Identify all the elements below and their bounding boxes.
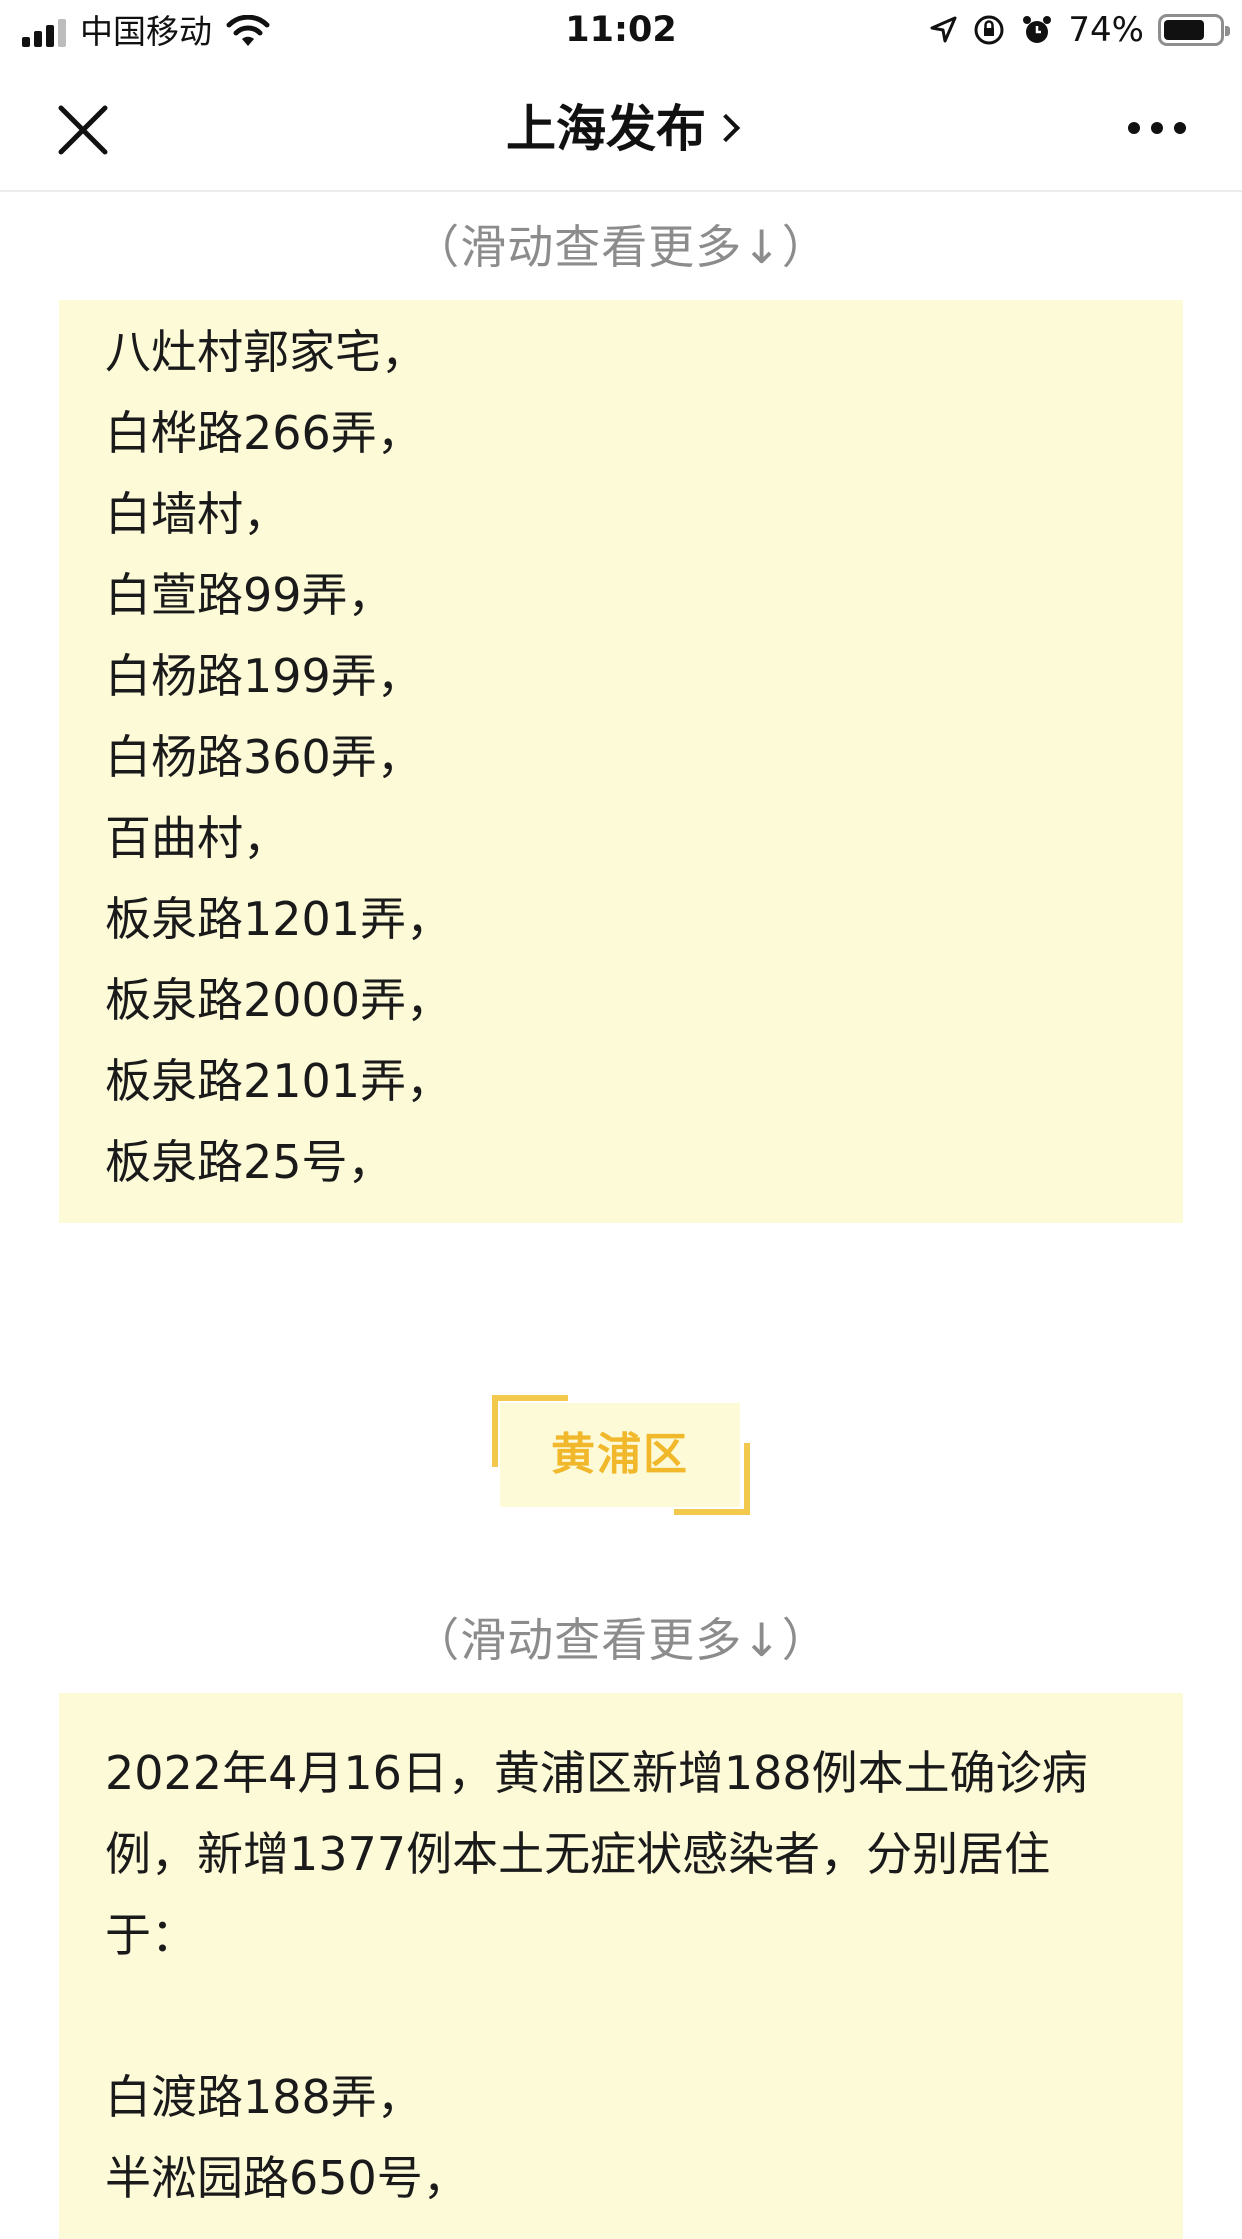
battery-fill	[1164, 20, 1204, 40]
district-section: 黄浦区	[0, 1223, 1242, 1587]
status-right: 74%	[928, 10, 1230, 50]
list-item: 白萱路99弄，	[105, 568, 394, 622]
list-item: 板泉路2000弄，	[105, 973, 453, 1027]
status-bar: 中国移动 11:02 74%	[0, 0, 1242, 64]
address-list-box[interactable]: 八灶村郭家宅， 白桦路266弄， 白墙村， 白萱路99弄， 白杨路199弄， 白…	[59, 300, 1183, 1223]
chevron-right-icon	[711, 113, 741, 143]
battery-icon	[1158, 14, 1230, 46]
list-item: 板泉路1201弄，	[105, 892, 453, 946]
scroll-hint: （滑动查看更多↓）	[413, 220, 829, 274]
list-item: 白渡路188弄，	[105, 2070, 423, 2124]
list-item: 半淞园路650号，	[105, 2151, 469, 2205]
location-arrow-icon	[930, 16, 957, 43]
list-item: 百曲村，	[105, 811, 289, 865]
list-item: 白杨路360弄，	[105, 730, 423, 784]
list-item: 板泉路2101弄，	[105, 1054, 453, 1108]
nav-bar: 上海发布	[0, 64, 1242, 192]
district-intro: 2022年4月16日，黄浦区新增188例本土确诊病例，新增1377例本土无症状感…	[105, 1746, 1088, 1962]
battery-percent: 74%	[1068, 10, 1144, 50]
battery-nub	[1225, 26, 1230, 36]
district-heading: 黄浦区	[492, 1395, 750, 1515]
account-title-link[interactable]: 上海发布	[0, 96, 1242, 162]
scroll-hint: （滑动查看更多↓）	[413, 1613, 829, 1667]
list-item: 白杨路199弄，	[105, 649, 423, 703]
article-body[interactable]: （滑动查看更多↓） 八灶村郭家宅， 白桦路266弄， 白墙村， 白萱路99弄， …	[0, 194, 1242, 2239]
rotation-lock-icon	[974, 15, 1004, 45]
list-item: 白桦路266弄，	[105, 406, 423, 460]
list-item: 板泉路25号，	[105, 1135, 394, 1189]
alarm-icon	[1023, 16, 1052, 43]
list-item: 白墙村，	[105, 487, 289, 541]
more-options-icon[interactable]	[1128, 122, 1186, 134]
page-title: 上海发布	[506, 100, 706, 158]
district-label: 黄浦区	[551, 1429, 689, 1480]
list-item: 八灶村郭家宅，	[105, 325, 427, 379]
address-list-box[interactable]: 2022年4月16日，黄浦区新增188例本土确诊病例，新增1377例本土无症状感…	[59, 1693, 1183, 2239]
